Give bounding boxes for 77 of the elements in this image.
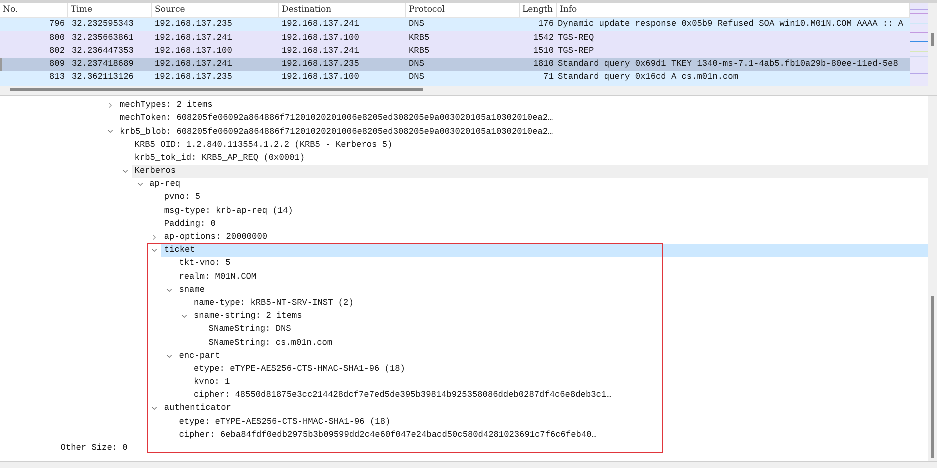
info-cell-text: Standard query 0x16cd A cs.m01n.com bbox=[557, 71, 740, 84]
tree-item[interactable]: Padding: 0 bbox=[161, 218, 928, 231]
destination-cell-text: 192.168.137.241 bbox=[281, 18, 360, 32]
length-cell-text: 71 bbox=[542, 71, 555, 84]
number-cell-text: 802 bbox=[48, 44, 66, 58]
time-cell-text: 32.232595343 bbox=[71, 18, 135, 32]
tree-item[interactable]: authenticator bbox=[161, 402, 928, 416]
destination-cell-text: 192.168.137.241 bbox=[281, 44, 360, 58]
tree-item[interactable]: ticket bbox=[161, 244, 928, 258]
tree-item[interactable]: name-type: kRB5-NT-SRV-INST (2) bbox=[191, 296, 928, 310]
info-cell-text: TGS-REP bbox=[557, 44, 596, 58]
info-cell-text: Standard query 0x69d1 TKEY 1340-ms-7.1-4ab5.fb10a29b-80ee-11ed-5e8 bbox=[557, 58, 900, 71]
tree-item[interactable]: mechTypes: 2 items bbox=[117, 99, 928, 112]
packet-row[interactable]: 796 32.232595343 192.168.137.235 192.168.137.241 DNS 176 Dynamic update response 0x05b9 Refused SOA win10.M01N.COM AAAA :: A bbox=[0, 18, 910, 32]
time-cell-text: 32.235663861 bbox=[71, 32, 135, 44]
tree-item[interactable]: mechToken: 608205fe06092a864886f71201020201006e8205ed308205e9a003020105a10302010ea2… bbox=[117, 112, 928, 126]
protocol-cell-text: DNS bbox=[408, 18, 426, 32]
tree-item[interactable]: realm: M01N.COM bbox=[176, 270, 928, 284]
length-cell-text: 1542 bbox=[532, 32, 555, 44]
tree-item[interactable]: msg-type: krb-ap-req (14) bbox=[161, 204, 928, 218]
tree-item[interactable]: cipher: 6eba84fdf0edb2975b3b09599dd2c4e60f047e24bacd50c580d4281023691c7f6c6feb40… bbox=[176, 428, 928, 442]
packet-row[interactable]: 802 32.236447353 192.168.137.100 192.168.137.241 KRB5 1510 TGS-REP bbox=[0, 44, 910, 58]
source-cell-text: 192.168.137.100 bbox=[154, 44, 234, 58]
source-cell-text: 192.168.137.235 bbox=[154, 71, 234, 84]
chevron-right-icon[interactable] bbox=[106, 101, 115, 110]
tree-item[interactable]: Kerberos bbox=[132, 164, 928, 178]
tree-item[interactable]: KRB5 OID: 1.2.840.113554.1.2.2 (KRB5 - Kerberos 5) bbox=[132, 138, 928, 152]
source-cell-text: 192.168.137.235 bbox=[154, 18, 234, 32]
length-cell-text: 1510 bbox=[532, 44, 555, 58]
tree-item[interactable]: ap-options: 20000000 bbox=[161, 230, 928, 244]
info-cell-text: TGS-REQ bbox=[557, 32, 596, 44]
tree-item[interactable]: SNameString: cs.m01n.com bbox=[206, 336, 928, 350]
tree-item[interactable]: etype: eTYPE-AES256-CTS-HMAC-SHA1-96 (18) bbox=[176, 416, 928, 429]
number-cell-text: 809 bbox=[48, 58, 66, 71]
number-cell-text: 800 bbox=[48, 32, 66, 44]
column-header[interactable]: No. bbox=[0, 3, 68, 17]
tree-item[interactable]: etype: eTYPE-AES256-CTS-HMAC-SHA1-96 (18) bbox=[191, 362, 928, 376]
destination-cell-text: 192.168.137.235 bbox=[281, 58, 360, 71]
column-header[interactable]: Time bbox=[68, 3, 152, 17]
protocol-cell-text: KRB5 bbox=[408, 44, 431, 58]
column-header[interactable]: Source bbox=[152, 3, 279, 17]
tree-item[interactable]: pvno: 5 bbox=[161, 191, 928, 204]
length-cell-text: 176 bbox=[538, 18, 555, 32]
tree-item[interactable]: kvno: 1 bbox=[191, 376, 928, 390]
protocol-cell-text: KRB5 bbox=[408, 32, 431, 44]
destination-cell-text: 192.168.137.100 bbox=[281, 71, 360, 84]
time-cell-text: 32.362113126 bbox=[71, 71, 135, 84]
number-cell-text: 796 bbox=[48, 18, 66, 32]
column-header[interactable]: Destination bbox=[279, 3, 406, 17]
scrollbar-thumb[interactable] bbox=[931, 296, 934, 458]
protocol-cell-text: DNS bbox=[408, 58, 426, 71]
tree-item[interactable]: sname bbox=[176, 284, 928, 297]
tree-item[interactable]: Other Size: 0 bbox=[58, 442, 928, 456]
column-header[interactable]: Protocol bbox=[406, 3, 520, 17]
number-cell-text: 813 bbox=[48, 71, 66, 84]
packet-row[interactable]: 809 32.237418689 192.168.137.241 192.168.137.235 DNS 1810 Standard query 0x69d1 TKEY 1340-ms-7.1-4ab5.fb10a29b-80ee-11ed-5e8 bbox=[0, 58, 910, 72]
source-cell-text: 192.168.137.241 bbox=[154, 32, 234, 44]
length-cell-text: 1810 bbox=[532, 58, 555, 71]
destination-cell-text: 192.168.137.100 bbox=[281, 32, 360, 44]
tree-item[interactable]: SNameString: DNS bbox=[206, 323, 928, 336]
tree-item[interactable]: krb5_tok_id: KRB5_AP_REQ (0x0001) bbox=[132, 152, 928, 165]
scrollbar-thumb[interactable] bbox=[931, 33, 934, 46]
tree-item[interactable]: ap-req bbox=[146, 178, 928, 192]
source-cell-text: 192.168.137.241 bbox=[154, 58, 234, 71]
protocol-cell-text: DNS bbox=[408, 71, 426, 84]
tree-item[interactable]: krb5_blob: 608205fe06092a864886f71201020201006e8205ed308205e9a003020105a10302010ea2… bbox=[117, 125, 928, 139]
tree-item[interactable]: sname-string: 2 items bbox=[191, 310, 928, 324]
scrollbar-thumb[interactable] bbox=[10, 88, 423, 90]
tree-item[interactable]: enc-part bbox=[176, 350, 928, 363]
time-cell-text: 32.236447353 bbox=[71, 44, 135, 58]
packet-row[interactable]: 813 32.362113126 192.168.137.235 192.168.137.100 DNS 71 Standard query 0x16cd A cs.m01n.com bbox=[0, 71, 910, 84]
tree-item[interactable]: tkt-vno: 5 bbox=[176, 257, 928, 270]
info-cell-text: Dynamic update response 0x05b9 Refused SOA win10.M01N.COM AAAA :: A bbox=[557, 18, 905, 32]
tree-item[interactable]: cipher: 48550d81875e3cc214428dcf7e7ed5de395b39814b925358086ddeb0287df4c6e8deb3c1… bbox=[191, 389, 928, 402]
time-cell-text: 32.237418689 bbox=[71, 58, 135, 71]
packet-row[interactable]: 800 32.235663861 192.168.137.241 192.168.137.100 KRB5 1542 TGS-REQ bbox=[0, 31, 910, 45]
column-header[interactable]: Length bbox=[520, 3, 557, 17]
